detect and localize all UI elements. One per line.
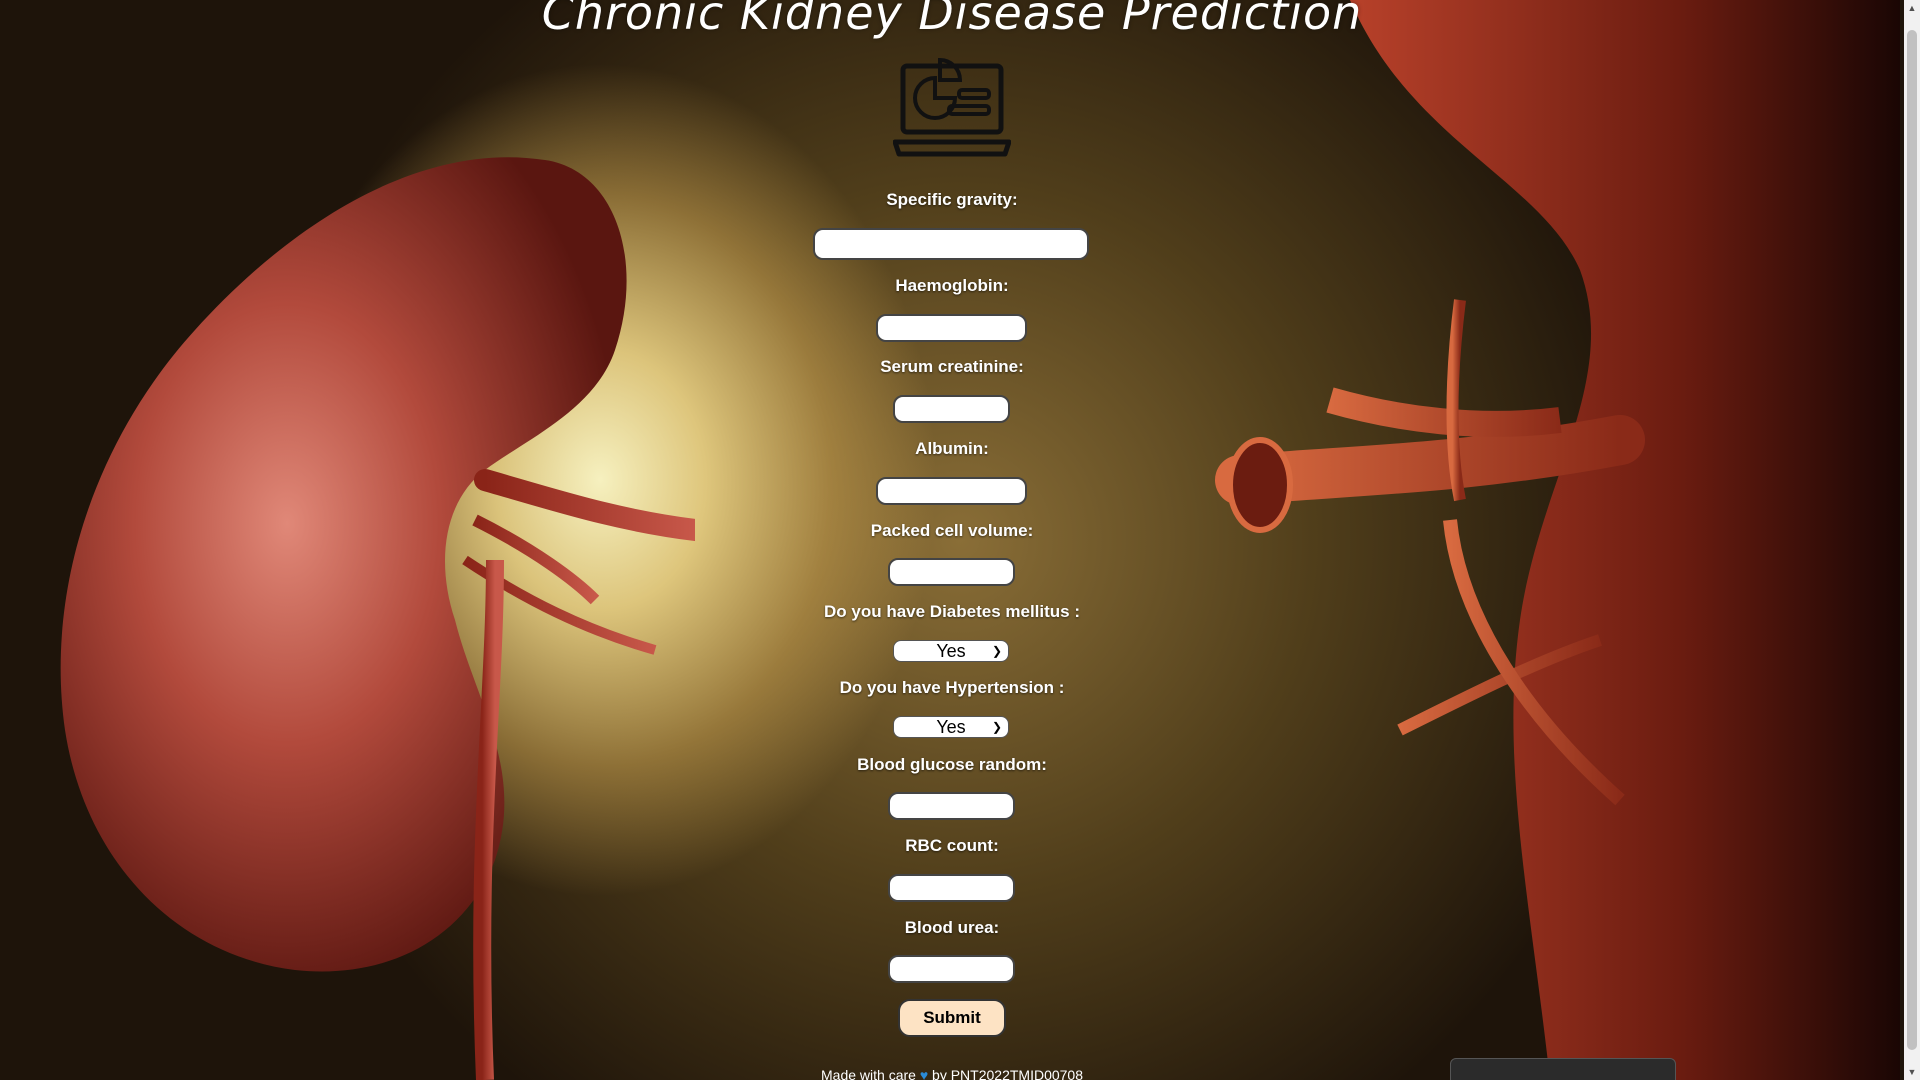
page-title: Chronic Kidney Disease Prediction [541, 0, 1363, 40]
scroll-down-icon[interactable]: ▼ [1904, 1064, 1920, 1080]
albumin-label: Albumin: [915, 439, 989, 458]
specific-gravity-label: Specific gravity: [886, 190, 1018, 209]
heart-icon: ♥ [919, 1067, 929, 1080]
hypertension-label: Do you have Hypertension : [839, 678, 1065, 697]
blood-urea-label: Blood urea: [904, 918, 1000, 937]
serum-creatinine-label: Serum creatinine: [880, 357, 1024, 376]
hypertension-select[interactable]: Yes ❯ [893, 716, 1009, 738]
footer-suffix: by PNT2022TMID00708 [932, 1067, 1083, 1080]
scrollbar-thumb[interactable] [1907, 30, 1917, 1050]
haemoglobin-input[interactable] [876, 314, 1027, 342]
hypertension-select-value: Yes [936, 717, 966, 737]
diabetes-label: Do you have Diabetes mellitus : [823, 602, 1080, 621]
chevron-down-icon: ❯ [991, 644, 1002, 658]
serum-creatinine-input[interactable] [893, 395, 1010, 423]
albumin-input[interactable] [876, 477, 1027, 505]
specific-gravity-input[interactable] [813, 228, 1089, 260]
blood-glucose-random-input[interactable] [888, 792, 1015, 820]
rbc-count-label: RBC count: [905, 836, 999, 855]
diabetes-select-value: Yes [936, 641, 966, 661]
vertical-scrollbar[interactable]: ▲ ▼ [1904, 0, 1920, 1080]
laptop-chart-icon [893, 57, 1011, 157]
submit-button[interactable]: Submit [898, 999, 1006, 1037]
blood-urea-input[interactable] [888, 955, 1015, 983]
diabetes-select[interactable]: Yes ❯ [893, 640, 1009, 662]
rbc-count-input[interactable] [888, 874, 1015, 902]
packed-cell-volume-input[interactable] [888, 558, 1015, 586]
footer-prefix: Made with care [821, 1067, 916, 1080]
packed-cell-volume-label: Packed cell volume: [870, 521, 1034, 540]
scroll-up-icon[interactable]: ▲ [1904, 0, 1920, 16]
corner-panel [1450, 1058, 1676, 1080]
page-background: Chronic Kidney Disease Prediction Specif… [0, 0, 1920, 1080]
blood-glucose-random-label: Blood glucose random: [857, 755, 1047, 774]
chevron-down-icon: ❯ [991, 720, 1002, 734]
haemoglobin-label: Haemoglobin: [895, 276, 1009, 295]
